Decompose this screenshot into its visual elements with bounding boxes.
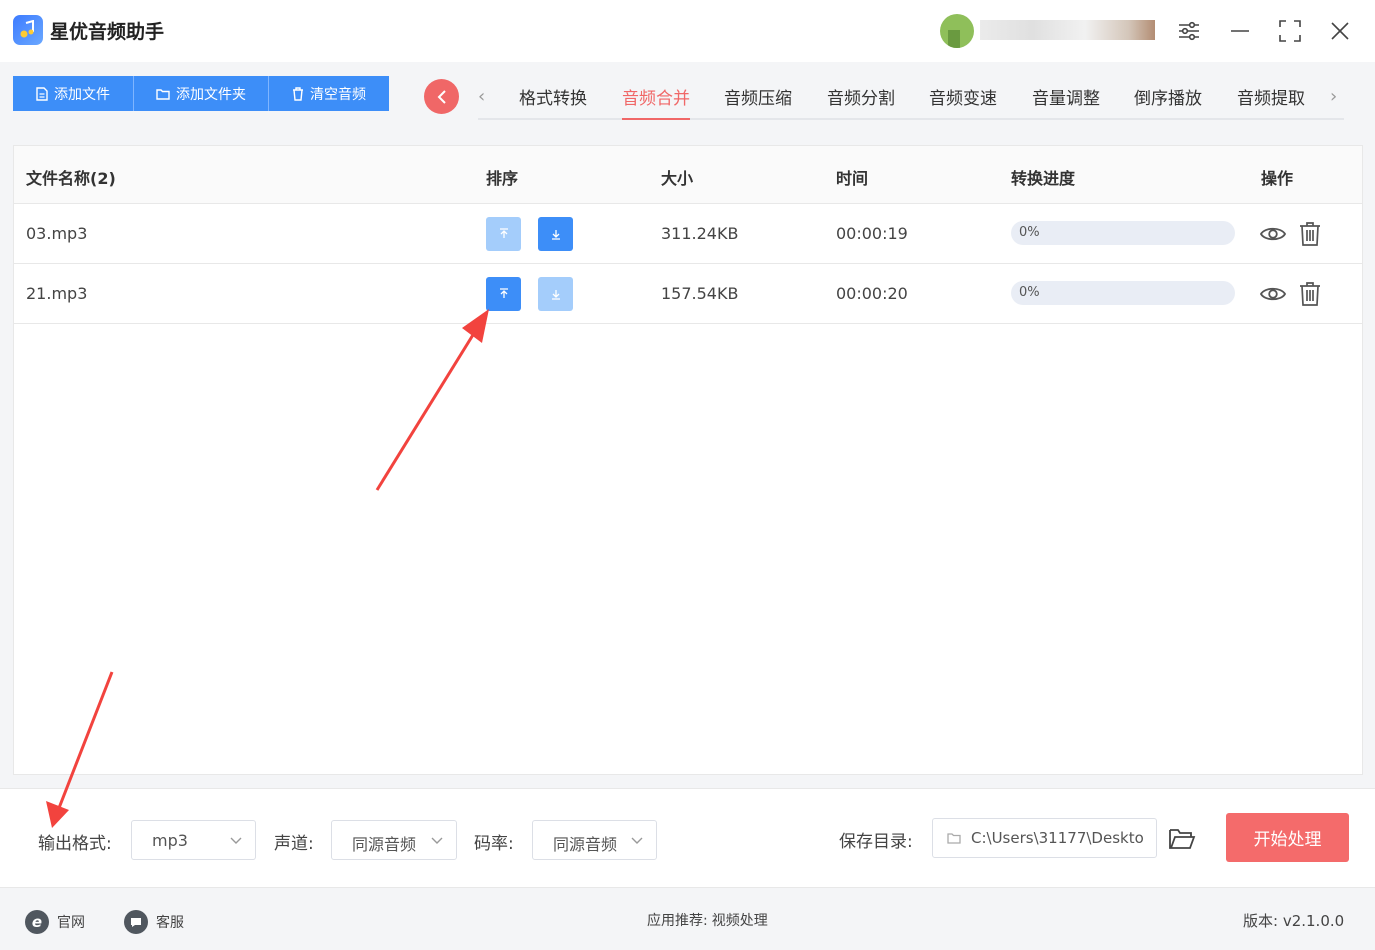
title-bar: 星优音频助手 (0, 0, 1375, 62)
arrow-down-icon (551, 290, 560, 300)
app-title: 星优音频助手 (50, 21, 165, 43)
progress-text: 0% (1019, 225, 1040, 240)
browser-e-icon: e (25, 910, 49, 934)
arrow-down-icon (551, 230, 560, 240)
header-name: 文件名称(2) (26, 169, 116, 188)
chevron-down-icon (230, 837, 242, 844)
preview-eye-icon[interactable] (1260, 221, 1286, 247)
add-folder-button[interactable]: 添加文件夹 (134, 76, 269, 111)
move-down-button[interactable] (538, 217, 573, 251)
tabs-next-icon[interactable]: › (1330, 86, 1337, 107)
delete-trash-icon[interactable] (1297, 221, 1323, 247)
table-row: 21.mp3 157.54KB 00:00:20 0% (14, 264, 1362, 324)
file-duration: 00:00:19 (836, 224, 908, 243)
add-file-button[interactable]: 添加文件 (13, 76, 134, 111)
service-link[interactable]: 客服 (124, 910, 184, 934)
recommend-video-link[interactable]: 视频处理 (712, 910, 768, 930)
arrow-up-icon (499, 288, 508, 298)
trash-icon (293, 86, 303, 101)
website-label: 官网 (57, 915, 85, 931)
app-logo-icon (13, 15, 43, 45)
tab-volume-adjust[interactable]: 音量调整 (1032, 84, 1100, 118)
close-icon[interactable] (1327, 18, 1353, 44)
website-link[interactable]: e 官网 (25, 910, 85, 934)
function-tabs: ‹ 格式转换 音频合并 音频压缩 音频分割 音频变速 音量调整 倒序播放 音频提… (478, 76, 1344, 120)
output-settings-bar: 输出格式: mp3 声道: 同源音频 码率: 同源音频 保存目录: C:\Use… (0, 788, 1375, 888)
maximize-icon[interactable] (1277, 18, 1303, 44)
delete-trash-icon[interactable] (1297, 281, 1323, 307)
username-blurred (980, 20, 1155, 40)
table-row: 03.mp3 311.24KB 00:00:19 0% (14, 204, 1362, 264)
channel-label: 声道: (274, 834, 314, 854)
tab-audio-speed[interactable]: 音频变速 (929, 84, 997, 118)
save-dir-label: 保存目录: (839, 832, 913, 852)
file-duration: 00:00:20 (836, 284, 908, 303)
progress-text: 0% (1019, 285, 1040, 300)
footer-bar: e 官网 客服 应用推荐: 视频处理 版本: v2.1.0.0 (0, 890, 1375, 950)
format-label: 输出格式: (38, 834, 112, 854)
start-process-button[interactable]: 开始处理 (1226, 813, 1349, 862)
minimize-icon[interactable] (1227, 18, 1253, 44)
clear-audio-label: 清空音频 (310, 86, 366, 103)
service-label: 客服 (156, 915, 184, 931)
add-file-label: 添加文件 (54, 86, 110, 103)
header-progress: 转换进度 (1011, 169, 1076, 188)
add-folder-label: 添加文件夹 (176, 86, 246, 103)
folder-icon (947, 833, 961, 844)
recommend-label: 应用推荐: (647, 913, 708, 929)
preview-eye-icon[interactable] (1260, 281, 1286, 307)
avatar[interactable] (940, 14, 974, 48)
tab-audio-merge[interactable]: 音频合并 (622, 84, 690, 120)
file-size: 157.54KB (661, 284, 739, 303)
file-table: 文件名称(2) 排序 大小 时间 转换进度 操作 03.mp3 311.24KB… (13, 145, 1363, 775)
channel-value: 同源音频 (352, 835, 417, 854)
move-down-button[interactable] (538, 277, 573, 311)
collapse-back-button[interactable] (424, 79, 459, 114)
format-value: mp3 (152, 831, 188, 850)
tabs-prev-icon[interactable]: ‹ (478, 86, 485, 107)
save-path-input[interactable]: C:\Users\31177\Deskto (932, 818, 1157, 858)
progress-bar: 0% (1011, 221, 1235, 245)
tab-audio-compress[interactable]: 音频压缩 (724, 84, 792, 118)
folder-icon (156, 88, 170, 100)
chevron-left-icon (437, 89, 446, 104)
tab-format-convert[interactable]: 格式转换 (519, 84, 587, 118)
tab-reverse-play[interactable]: 倒序播放 (1134, 84, 1202, 118)
header-size: 大小 (661, 169, 694, 188)
file-toolbar: 添加文件 添加文件夹 清空音频 (13, 76, 389, 111)
arrow-up-icon (499, 228, 508, 238)
header-sort: 排序 (486, 169, 519, 188)
move-up-button[interactable] (486, 277, 521, 311)
progress-bar: 0% (1011, 281, 1235, 305)
file-icon (36, 86, 48, 101)
save-path-value: C:\Users\31177\Deskto (971, 829, 1144, 847)
chevron-down-icon (431, 837, 443, 844)
bitrate-value: 同源音频 (553, 835, 618, 854)
channel-select[interactable]: 同源音频 (331, 820, 457, 860)
header-ops: 操作 (1261, 169, 1294, 188)
tab-audio-split[interactable]: 音频分割 (827, 84, 895, 118)
settings-sliders-icon[interactable] (1176, 18, 1202, 44)
tab-audio-extract[interactable]: 音频提取 (1237, 84, 1305, 118)
recommend-area: 应用推荐: 视频处理 (647, 910, 768, 930)
chevron-down-icon (631, 837, 643, 844)
file-name: 21.mp3 (26, 284, 88, 303)
file-name: 03.mp3 (26, 224, 88, 243)
table-header: 文件名称(2) 排序 大小 时间 转换进度 操作 (14, 146, 1362, 204)
bitrate-select[interactable]: 同源音频 (532, 820, 657, 860)
clear-audio-button[interactable]: 清空音频 (269, 76, 389, 111)
bitrate-label: 码率: (474, 834, 514, 854)
file-size: 311.24KB (661, 224, 739, 243)
move-up-button[interactable] (486, 217, 521, 251)
format-select[interactable]: mp3 (131, 820, 256, 860)
chat-bubble-icon (124, 910, 148, 934)
open-folder-icon[interactable] (1168, 827, 1196, 855)
version-text: 版本: v2.1.0.0 (1243, 912, 1345, 930)
header-time: 时间 (836, 169, 869, 188)
